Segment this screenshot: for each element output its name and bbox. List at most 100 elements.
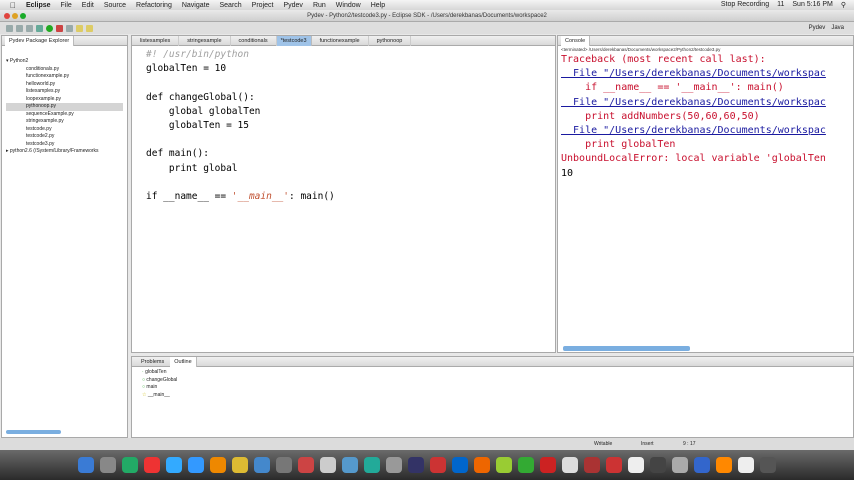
dock-app-icon[interactable] (386, 457, 402, 473)
console-output[interactable]: Traceback (most recent call last): File … (558, 53, 853, 181)
debug-icon[interactable] (36, 24, 43, 32)
forward-icon[interactable] (86, 24, 93, 32)
new-icon[interactable] (6, 24, 13, 32)
menu-window[interactable]: Window (336, 2, 361, 9)
stop-recording[interactable]: Stop Recording (721, 1, 769, 9)
menu-run[interactable]: Run (313, 2, 326, 9)
dock-app-icon[interactable] (276, 457, 292, 473)
save-icon[interactable] (16, 24, 23, 32)
editor-tab-pythonoop[interactable]: pythonoop (369, 35, 412, 46)
console-scrollbar[interactable] (563, 346, 690, 351)
dock-app-icon[interactable] (628, 457, 644, 473)
code-editor[interactable]: listexamples stringexample conditionals … (131, 35, 556, 353)
dock-app-icon[interactable] (584, 457, 600, 473)
dock-app-icon[interactable] (738, 457, 754, 473)
search-icon[interactable] (66, 24, 73, 32)
dock-app-icon[interactable] (166, 457, 182, 473)
dock-app-icon[interactable] (364, 457, 380, 473)
minimize-button[interactable] (12, 13, 18, 19)
tree-file[interactable]: testcode3.py (6, 141, 123, 149)
menu-navigate[interactable]: Navigate (182, 2, 210, 9)
horizontal-scrollbar[interactable] (6, 430, 61, 434)
tree-file[interactable]: listexamples.py (6, 88, 123, 96)
dock-app-icon[interactable] (408, 457, 424, 473)
close-button[interactable] (4, 13, 10, 19)
dock-app-icon[interactable] (144, 457, 160, 473)
outline-item[interactable]: ○ changeGlobal (142, 377, 849, 385)
tree-file[interactable]: loopexample.py (6, 96, 123, 104)
print-icon[interactable] (26, 24, 33, 32)
apple-icon[interactable]:  (10, 1, 16, 10)
dock-app-icon[interactable] (320, 457, 336, 473)
menu-project[interactable]: Project (252, 2, 274, 9)
dock-app-icon[interactable] (694, 457, 710, 473)
perspective-java[interactable]: Java (831, 25, 844, 31)
tab-console[interactable]: Console (561, 35, 591, 46)
dock-app-icon[interactable] (716, 457, 732, 473)
menu-file[interactable]: File (61, 2, 72, 9)
dock-app-icon[interactable] (760, 457, 776, 473)
menu-app[interactable]: Eclipse (26, 2, 51, 9)
editor-tab-conditionals[interactable]: conditionals (231, 35, 277, 46)
tree-file[interactable]: testcode2.py (6, 133, 123, 141)
tree-project[interactable]: ▾ Python2 (6, 58, 123, 66)
tab-outline[interactable]: Outline (170, 356, 197, 367)
console-file-link[interactable]: File "/Users/derekbanas/Documents/worksp… (561, 68, 826, 79)
outline-item[interactable]: ○ main (142, 384, 849, 392)
tree-file[interactable]: functionexample.py (6, 73, 123, 81)
tree-file[interactable]: helloworld.py (6, 81, 123, 89)
dock-app-icon[interactable] (540, 457, 556, 473)
file-label: sequenceExample.py (26, 110, 74, 117)
editor-tab-listexamples[interactable]: listexamples (132, 35, 180, 46)
editor-tab-stringexample[interactable]: stringexample (179, 35, 231, 46)
dock-app-icon[interactable] (474, 457, 490, 473)
console-file-link[interactable]: File "/Users/derekbanas/Documents/worksp… (561, 125, 826, 136)
dock-app-icon[interactable] (210, 457, 226, 473)
dock-app-icon[interactable] (562, 457, 578, 473)
dock-app-icon[interactable] (122, 457, 138, 473)
tree-file[interactable]: pythonoop.py (6, 103, 123, 111)
tab-problems[interactable]: Problems (135, 359, 170, 365)
dock-app-icon[interactable] (188, 457, 204, 473)
tree-file[interactable]: testcode.py (6, 126, 123, 134)
dock (0, 450, 854, 480)
outline-item[interactable]: · globalTen (142, 369, 849, 377)
menu-refactoring[interactable]: Refactoring (136, 2, 172, 9)
dock-app-icon[interactable] (672, 457, 688, 473)
dock-app-icon[interactable] (232, 457, 248, 473)
dock-app-icon[interactable] (78, 457, 94, 473)
dock-app-icon[interactable] (342, 457, 358, 473)
spotlight-icon[interactable]: ⚲ (841, 1, 846, 9)
perspective-pydev[interactable]: Pydev (809, 25, 826, 31)
dock-app-icon[interactable] (254, 457, 270, 473)
dock-app-icon[interactable] (518, 457, 534, 473)
outline-label: changeGlobal (146, 376, 178, 383)
tab-package-explorer[interactable]: Pydev Package Explorer (5, 35, 75, 46)
dock-app-icon[interactable] (496, 457, 512, 473)
editor-tab-testcode3[interactable]: *testcode3 (276, 35, 312, 46)
menu-search[interactable]: Search (219, 2, 241, 9)
tree-file[interactable]: conditionals.py (6, 66, 123, 74)
menu-source[interactable]: Source (104, 2, 126, 9)
editor-tab-functionexample[interactable]: functionexample (312, 35, 369, 46)
menu-pydev[interactable]: Pydev (283, 2, 302, 9)
console-file-link[interactable]: File "/Users/derekbanas/Documents/worksp… (561, 97, 826, 108)
outline-item[interactable]: ☆ __main__ (142, 392, 849, 400)
external-tools-icon[interactable] (56, 24, 63, 32)
run-icon[interactable] (46, 24, 53, 32)
menu-help[interactable]: Help (371, 2, 385, 9)
zoom-button[interactable] (20, 13, 26, 19)
back-icon[interactable] (76, 24, 83, 32)
code-text[interactable]: #! /usr/bin/python globalTen = 10 def ch… (132, 46, 555, 206)
dock-app-icon[interactable] (452, 457, 468, 473)
tree-file[interactable]: sequenceExample.py (6, 111, 123, 119)
dock-app-icon[interactable] (650, 457, 666, 473)
dock-app-icon[interactable] (430, 457, 446, 473)
tree-file[interactable]: stringexample.py (6, 118, 123, 126)
dock-app-icon[interactable] (100, 457, 116, 473)
tree-library[interactable]: ▸ python2.6 (/System/Library/Frameworks (6, 148, 123, 156)
dock-app-icon[interactable] (298, 457, 314, 473)
menu-edit[interactable]: Edit (82, 2, 94, 9)
dock-app-icon[interactable] (606, 457, 622, 473)
notification-count: 11 (777, 1, 785, 8)
